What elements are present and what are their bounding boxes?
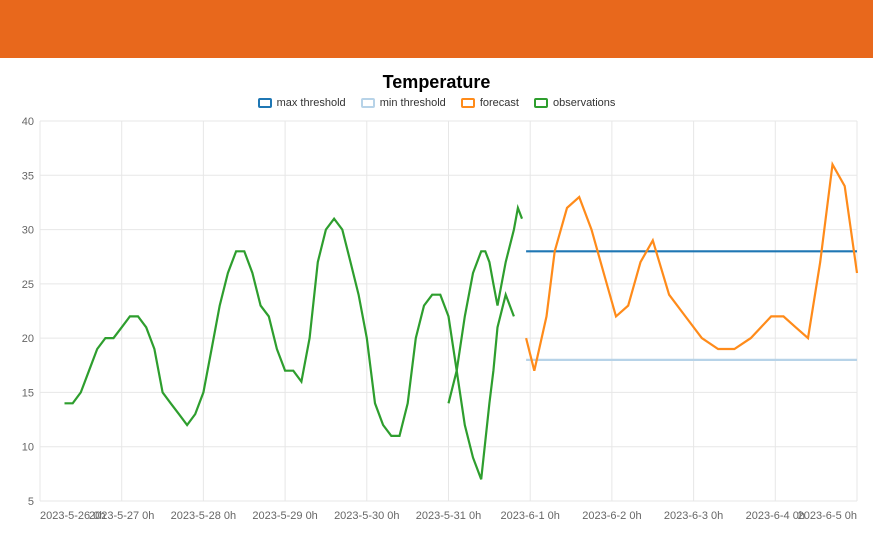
legend-label: forecast <box>480 97 519 109</box>
chart-plot[interactable]: 510152025303540 2023-5-26 0h2023-5-27 0h… <box>10 115 863 525</box>
square-icon <box>258 98 272 108</box>
svg-text:2023-5-30 0h: 2023-5-30 0h <box>334 510 399 522</box>
legend-label: observations <box>553 97 615 109</box>
svg-text:2023-6-5 0h: 2023-6-5 0h <box>798 510 857 522</box>
svg-text:10: 10 <box>22 442 34 454</box>
app-header <box>0 0 873 58</box>
legend-item-max-threshold[interactable]: max threshold <box>258 97 346 109</box>
chart-container: Temperature max threshold min threshold … <box>0 58 873 525</box>
svg-text:2023-6-4 0h: 2023-6-4 0h <box>746 510 805 522</box>
svg-text:2023-6-1 0h: 2023-6-1 0h <box>501 510 560 522</box>
svg-text:2023-6-2 0h: 2023-6-2 0h <box>582 510 641 522</box>
svg-text:20: 20 <box>22 333 34 345</box>
series-line-forecast <box>526 164 857 370</box>
legend-item-min-threshold[interactable]: min threshold <box>361 97 446 109</box>
svg-text:2023-5-27 0h: 2023-5-27 0h <box>89 510 154 522</box>
series-line-observations <box>65 219 514 480</box>
chart-title: Temperature <box>10 72 863 93</box>
svg-text:2023-5-31 0h: 2023-5-31 0h <box>416 510 481 522</box>
square-icon <box>461 98 475 108</box>
chart-svg: 510152025303540 2023-5-26 0h2023-5-27 0h… <box>10 115 863 525</box>
legend-label: min threshold <box>380 97 446 109</box>
svg-text:2023-6-3 0h: 2023-6-3 0h <box>664 510 723 522</box>
svg-text:5: 5 <box>28 496 34 508</box>
square-icon <box>361 98 375 108</box>
legend-item-forecast[interactable]: forecast <box>461 97 519 109</box>
svg-text:40: 40 <box>22 116 34 128</box>
legend-item-observations[interactable]: observations <box>534 97 615 109</box>
svg-text:2023-5-28 0h: 2023-5-28 0h <box>171 510 236 522</box>
legend-label: max threshold <box>277 97 346 109</box>
square-icon <box>534 98 548 108</box>
svg-text:30: 30 <box>22 225 34 237</box>
svg-text:35: 35 <box>22 170 34 182</box>
svg-text:15: 15 <box>22 387 34 399</box>
svg-text:2023-5-29 0h: 2023-5-29 0h <box>252 510 317 522</box>
svg-text:25: 25 <box>22 279 34 291</box>
chart-legend: max threshold min threshold forecast obs… <box>10 97 863 111</box>
